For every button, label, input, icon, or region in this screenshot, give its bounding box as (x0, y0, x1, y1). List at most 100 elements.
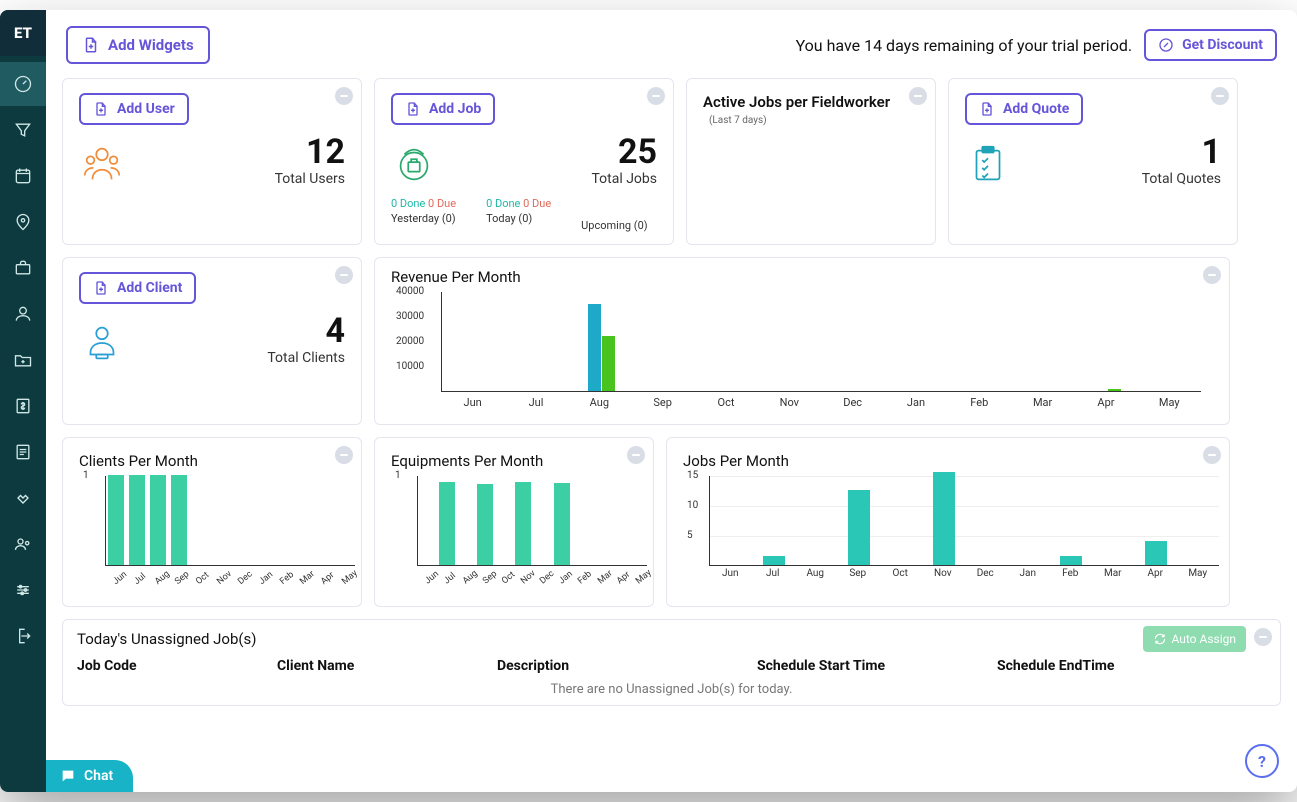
card-equipments-month: Equipments Per Month 1JunJulAugSepOctNov… (374, 437, 654, 607)
card-quotes: Add Quote 1 Total Quotes (948, 78, 1238, 245)
active-jobs-sub: (Last 7 days) (709, 115, 919, 126)
upcoming-label: Upcoming (0) (581, 219, 647, 232)
card-users-remove[interactable] (335, 87, 353, 105)
yesterday-due: 0 Due (428, 197, 456, 210)
nav-settings[interactable] (0, 568, 46, 612)
card-clients: Add Client 4 Total Clients (62, 257, 362, 425)
yesterday-label: Yesterday (0) (391, 212, 456, 225)
add-widgets-button[interactable]: Add Widgets (66, 26, 210, 64)
card-jobs-remove[interactable] (647, 87, 665, 105)
add-quote-button[interactable]: Add Quote (965, 93, 1083, 125)
card-quotes-remove[interactable] (1211, 87, 1229, 105)
card-unassigned-remove[interactable] (1254, 628, 1272, 646)
equipments-chart: 1JunJulAugSepOctNovDecJanFebMarAprMay (391, 476, 637, 594)
sidebar: ET (0, 10, 46, 792)
col-start: Schedule Start Time (757, 658, 997, 674)
users-icon (79, 141, 125, 187)
dollar-icon (13, 396, 33, 416)
card-unassigned: Auto Assign Today's Unassigned Job(s) Jo… (62, 619, 1281, 706)
team-icon (13, 534, 33, 554)
col-client-name: Client Name (277, 658, 497, 674)
nav-reports[interactable] (0, 430, 46, 474)
nav-invoices[interactable] (0, 384, 46, 428)
nav-jobs[interactable] (0, 246, 46, 290)
card-jobs-month-remove[interactable] (1203, 446, 1221, 464)
col-end: Schedule EndTime (997, 658, 1197, 674)
active-jobs-title: Active Jobs per Fieldworker (703, 93, 919, 111)
today-done: 0 Done (486, 197, 520, 210)
help-button[interactable]: ? (1245, 744, 1279, 778)
equip-title: Equipments Per Month (391, 452, 637, 470)
handshake-icon (13, 488, 33, 508)
nav-leads[interactable] (0, 108, 46, 152)
card-active-remove[interactable] (909, 87, 927, 105)
add-file-icon (93, 280, 109, 296)
add-file-icon (405, 101, 421, 117)
nav-partners[interactable] (0, 476, 46, 520)
main: Add Widgets You have 14 days remaining o… (46, 10, 1297, 792)
get-discount-button[interactable]: Get Discount (1144, 29, 1277, 61)
auto-assign-label: Auto Assign (1171, 632, 1236, 646)
discount-icon (1158, 37, 1174, 53)
card-active-jobs: Active Jobs per Fieldworker (Last 7 days… (686, 78, 936, 245)
topbar: Add Widgets You have 14 days remaining o… (46, 10, 1297, 70)
add-job-button[interactable]: Add Job (391, 93, 495, 125)
add-file-icon (979, 101, 995, 117)
card-clients-month: Clients Per Month 1JunJulAugSepOctNovDec… (62, 437, 362, 607)
auto-assign-button[interactable]: Auto Assign (1143, 626, 1246, 652)
users-value: 12 (275, 135, 345, 169)
nav-map[interactable] (0, 200, 46, 244)
add-file-icon (93, 101, 109, 117)
client-icon (79, 320, 125, 366)
card-revenue-remove[interactable] (1203, 266, 1221, 284)
add-user-button[interactable]: Add User (79, 93, 189, 125)
sliders-icon (13, 580, 33, 600)
job-icon (391, 141, 437, 187)
chat-button[interactable]: Chat (46, 760, 133, 792)
col-description: Description (497, 658, 757, 674)
nav-folder[interactable] (0, 338, 46, 382)
nav-team[interactable] (0, 522, 46, 566)
person-icon (13, 304, 33, 324)
add-client-label: Add Client (117, 280, 182, 296)
card-jobs-month: Jobs Per Month 51015JunJulAugSepOctNovDe… (666, 437, 1230, 607)
today-due: 0 Due (523, 197, 551, 210)
jobs-value: 25 (591, 135, 657, 169)
logout-icon (13, 626, 33, 646)
add-client-button[interactable]: Add Client (79, 272, 196, 304)
unassigned-empty: There are no Unassigned Job(s) for today… (77, 674, 1266, 705)
clients-month-title: Clients Per Month (79, 452, 345, 470)
gauge-icon (13, 74, 33, 94)
refresh-icon (1153, 632, 1167, 646)
users-label: Total Users (275, 171, 345, 187)
jobs-chart: 51015JunJulAugSepOctNovDecJanFebMarAprMa… (683, 476, 1213, 584)
map-pin-icon (13, 212, 33, 232)
card-equip-remove[interactable] (627, 446, 645, 464)
card-revenue: Revenue Per Month 10000200003000040000Ju… (374, 257, 1230, 425)
clients-value: 4 (267, 314, 345, 348)
get-discount-label: Get Discount (1182, 37, 1263, 53)
unassigned-columns: Job Code Client Name Description Schedul… (77, 658, 1266, 674)
yesterday-done: 0 Done (391, 197, 425, 210)
trial-text: You have 14 days remaining of your trial… (796, 36, 1132, 55)
jobs-month-title: Jobs Per Month (683, 452, 1213, 470)
clients-chart: 1JunJulAugSepOctNovDecJanFebMarAprMay (79, 476, 345, 594)
card-users: Add User 12 Total Users (62, 78, 362, 245)
list-icon (13, 442, 33, 462)
revenue-title: Revenue Per Month (391, 268, 1213, 286)
clients-label: Total Clients (267, 350, 345, 366)
col-job-code: Job Code (77, 658, 277, 674)
nav-logout[interactable] (0, 614, 46, 658)
quotes-label: Total Quotes (1142, 171, 1221, 187)
card-clients-month-remove[interactable] (335, 446, 353, 464)
nav-dashboard[interactable] (0, 62, 46, 106)
today-label: Today (0) (486, 212, 551, 225)
unassigned-title: Today's Unassigned Job(s) (77, 630, 1266, 648)
add-user-label: Add User (117, 101, 175, 117)
nav-calendar[interactable] (0, 154, 46, 198)
logo: ET (0, 10, 46, 56)
nav-users[interactable] (0, 292, 46, 336)
card-clients-remove[interactable] (335, 266, 353, 284)
funnel-icon (13, 120, 33, 140)
add-widgets-label: Add Widgets (108, 36, 194, 54)
